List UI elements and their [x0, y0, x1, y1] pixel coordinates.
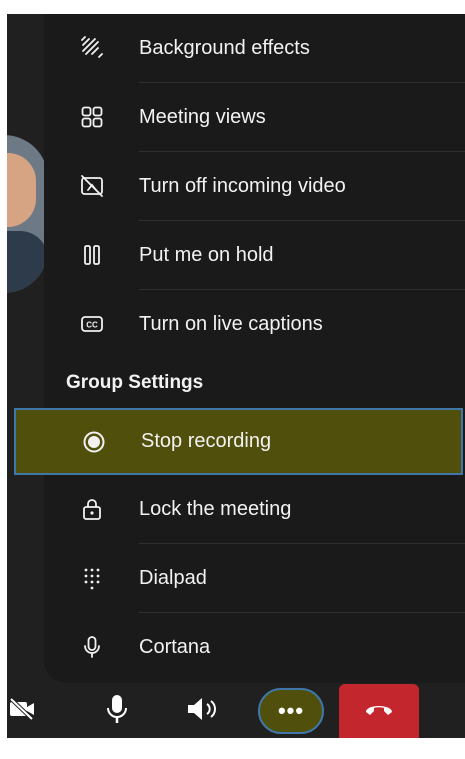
screenshot-border-top [0, 0, 465, 14]
call-controls-bar: ••• [0, 684, 465, 738]
record-icon [82, 430, 106, 454]
participant-shirt [0, 231, 48, 293]
menu-item-lock-the-meeting[interactable]: Lock the meeting [44, 475, 465, 544]
speaker-icon [186, 696, 222, 727]
menu-item-label: Meeting views [139, 106, 266, 128]
background-effects-icon [80, 36, 104, 60]
dialpad-icon [80, 566, 104, 590]
hang-up-button[interactable] [339, 684, 419, 738]
camera-off-icon [9, 697, 36, 726]
menu-item-label: Background effects [139, 37, 310, 59]
menu-item-label: Lock the meeting [139, 498, 292, 520]
menu-item-label: Turn off incoming video [139, 175, 346, 197]
camera-toggle-button[interactable] [8, 684, 38, 738]
menu-item-stop-recording[interactable]: Stop recording [14, 408, 463, 475]
menu-item-label: Dialpad [139, 567, 207, 589]
screenshot-border-bottom [0, 738, 465, 759]
menu-item-meeting-views[interactable]: Meeting views [44, 83, 465, 152]
menu-item-cortana[interactable]: Cortana [44, 613, 465, 682]
menu-item-label: Put me on hold [139, 244, 274, 266]
svg-text:CC: CC [86, 321, 98, 330]
meeting-screen: Background effects Meeting views Turn of… [0, 0, 465, 759]
hold-icon [80, 243, 104, 267]
menu-item-turn-off-incoming-video[interactable]: Turn off incoming video [44, 152, 465, 221]
menu-item-background-effects[interactable]: Background effects [44, 14, 465, 83]
menu-item-label: Turn on live captions [139, 313, 323, 335]
participant-video-tile[interactable] [0, 135, 48, 293]
speaker-button[interactable] [184, 684, 224, 738]
meeting-views-icon [80, 105, 104, 129]
screenshot-border-left [0, 0, 7, 759]
menu-item-label: Cortana [139, 636, 211, 658]
video-off-icon [80, 174, 104, 198]
menu-item-label: Stop recording [141, 430, 272, 452]
microphone-button[interactable] [100, 684, 134, 738]
microphone-icon [80, 635, 104, 659]
more-options-menu: Background effects Meeting views Turn of… [14, 14, 465, 683]
hang-up-icon [364, 701, 394, 722]
menu-item-dialpad[interactable]: Dialpad [44, 544, 465, 613]
captions-icon: CC [80, 312, 104, 336]
more-options-button[interactable]: ••• [258, 688, 324, 734]
microphone-icon [105, 694, 129, 729]
menu-item-put-me-on-hold[interactable]: Put me on hold [44, 221, 465, 290]
menu-item-turn-on-live-captions[interactable]: CC Turn on live captions [44, 290, 465, 359]
group-settings-header: Group Settings [66, 372, 204, 393]
lock-icon [80, 497, 104, 521]
